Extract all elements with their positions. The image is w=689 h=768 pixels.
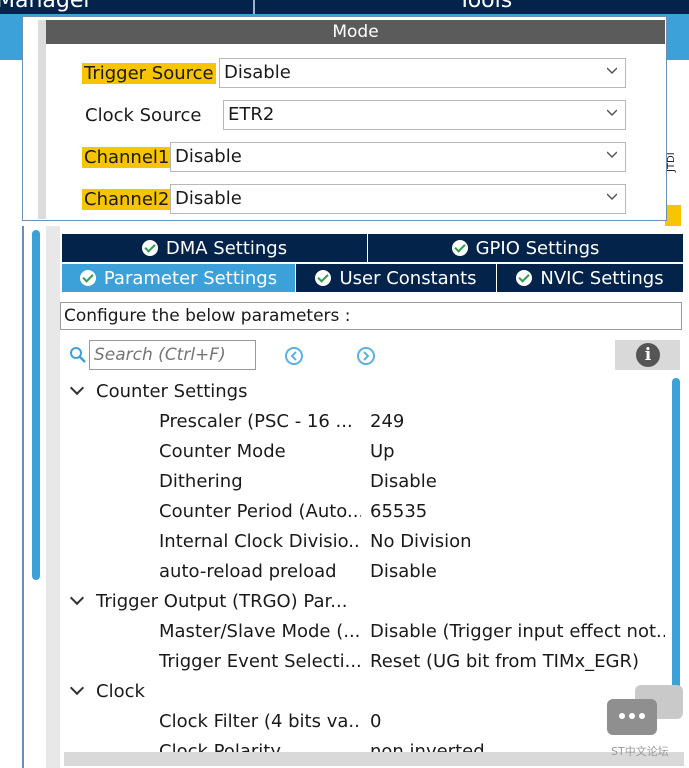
tab-parameter-settings[interactable]: Parameter Settings <box>61 263 296 293</box>
mode-header: Mode <box>46 20 665 44</box>
chevron-down-icon <box>607 151 617 159</box>
chat-bubble-icon <box>607 699 657 735</box>
mode-panel-margin <box>38 20 46 219</box>
channel1-select[interactable]: Disable <box>170 142 626 172</box>
previous-result-icon[interactable] <box>284 346 304 366</box>
left-gutter <box>0 60 22 768</box>
configuration-margin <box>46 226 60 768</box>
tab-nvic-settings[interactable]: NVIC Settings <box>496 263 684 293</box>
check-circle-icon <box>451 240 468 256</box>
param-row[interactable]: Dithering Disable <box>60 467 670 497</box>
check-circle-icon <box>79 270 96 286</box>
chevron-down-icon[interactable] <box>69 680 85 696</box>
tools-title[interactable]: Tools <box>458 0 512 13</box>
chevron-down-icon[interactable] <box>69 590 85 606</box>
next-result-icon[interactable] <box>356 346 376 366</box>
chevron-down-icon <box>607 193 617 201</box>
channel2-label: Channel2 <box>82 189 172 210</box>
check-circle-icon <box>315 270 332 286</box>
check-circle-icon <box>516 270 533 286</box>
watermark-text: ST中文论坛 <box>611 745 669 758</box>
param-row[interactable]: Clock Polarity non inverted <box>60 737 670 753</box>
info-button[interactable]: i <box>615 340 680 370</box>
trigger-source-value: Disable <box>224 62 291 83</box>
menu-divider <box>253 0 255 14</box>
channel2-select[interactable]: Disable <box>170 184 626 214</box>
description-box: Configure the below parameters : <box>60 302 682 330</box>
param-row[interactable]: Clock Filter (4 bits va... 0 <box>60 707 670 737</box>
channel1-label: Channel1 <box>82 147 172 168</box>
param-row[interactable]: Master/Slave Mode (... Disable (Trigger i… <box>60 617 670 647</box>
channel1-value: Disable <box>175 146 242 167</box>
trigger-source-label: Trigger Source <box>82 63 216 84</box>
tab-dma-settings[interactable]: DMA Settings <box>61 233 368 263</box>
tab-gpio-settings[interactable]: GPIO Settings <box>367 233 684 263</box>
forum-watermark: ST中文论坛 <box>605 685 683 763</box>
group-counter-settings[interactable]: Counter Settings <box>60 377 247 407</box>
chevron-down-icon[interactable] <box>69 380 85 396</box>
check-circle-icon <box>141 240 158 256</box>
search-input[interactable] <box>89 340 256 370</box>
group-trigger-output[interactable]: Trigger Output (TRGO) Par... <box>60 587 347 617</box>
tab-user-constants[interactable]: User Constants <box>295 263 497 293</box>
chevron-down-icon <box>607 67 617 75</box>
param-row[interactable]: Counter Mode Up <box>60 437 670 467</box>
group-clock[interactable]: Clock <box>60 677 145 707</box>
search-field[interactable] <box>94 341 255 369</box>
search-icon[interactable] <box>69 346 87 364</box>
param-row[interactable]: Counter Period (Auto... 65535 <box>60 497 670 527</box>
param-row[interactable]: Prescaler (PSC - 16 ... 249 <box>60 407 670 437</box>
channel2-value: Disable <box>175 188 242 209</box>
top-menu-bar: Manager Tools <box>0 0 689 14</box>
clock-source-value: ETR2 <box>228 104 275 125</box>
pin-label-jtdi: JTDI <box>666 152 677 172</box>
param-row[interactable]: auto-reload preload Disable <box>60 557 670 587</box>
pin-marker[interactable] <box>665 205 681 227</box>
info-icon: i <box>636 343 660 367</box>
clock-source-label: Clock Source <box>85 105 202 126</box>
horizontal-scrollbar[interactable] <box>64 752 684 766</box>
chevron-down-icon <box>607 109 617 117</box>
vertical-scrollbar-thumb[interactable] <box>672 378 680 696</box>
trigger-source-select[interactable]: Disable <box>219 58 626 88</box>
outer-scrollbar-thumb[interactable] <box>32 230 40 580</box>
param-row[interactable]: Trigger Event Selecti... Reset (UG bit fr… <box>60 647 670 677</box>
clock-source-select[interactable]: ETR2 <box>223 100 626 130</box>
param-row[interactable]: Internal Clock Divisio... No Division <box>60 527 670 557</box>
pinout-manager-title[interactable]: Manager <box>0 0 92 13</box>
